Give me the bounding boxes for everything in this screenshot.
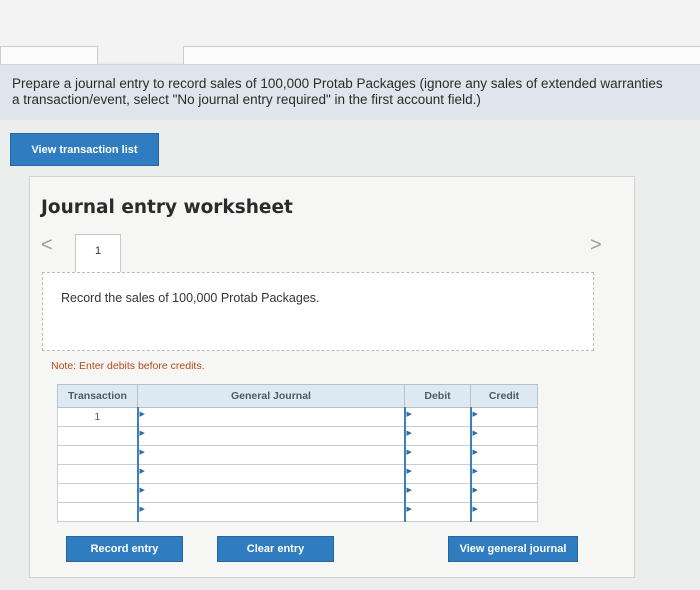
next-entry-arrow-icon[interactable]: >: [590, 234, 602, 257]
debit-input[interactable]: ▶: [403, 483, 471, 503]
credit-marker-icon: ▶: [472, 468, 478, 475]
table-row: 1 ▶ ▶ ▶: [57, 407, 538, 427]
header-credit: Credit: [470, 384, 538, 408]
credit-marker-icon: ▶: [472, 487, 478, 494]
transaction-cell: [57, 426, 138, 446]
entry-description: Record the sales of 100,000 Protab Packa…: [61, 291, 320, 305]
account-dropdown-icon: ▶: [139, 449, 145, 456]
credit-input[interactable]: ▶: [469, 502, 538, 522]
transaction-cell: [57, 483, 138, 503]
account-input[interactable]: ▶: [136, 426, 405, 446]
account-dropdown-icon: ▶: [139, 411, 145, 418]
journal-header-row: Transaction General Journal Debit Credit: [57, 384, 538, 408]
debit-input[interactable]: ▶: [403, 445, 471, 465]
debit-input[interactable]: ▶: [403, 502, 471, 522]
account-dropdown-icon: ▶: [139, 506, 145, 513]
record-entry-button[interactable]: Record entry: [66, 536, 183, 562]
instructions-line-2: a transaction/event, select "No journal …: [12, 92, 481, 107]
header-transaction: Transaction: [57, 384, 138, 408]
debit-marker-icon: ▶: [406, 430, 412, 437]
transaction-cell: [57, 464, 138, 484]
prev-question-tab[interactable]: [0, 46, 98, 64]
journal-table: Transaction General Journal Debit Credit…: [57, 384, 538, 522]
instructions-banner: Prepare a journal entry to record sales …: [0, 64, 700, 120]
account-dropdown-icon: ▶: [139, 468, 145, 475]
account-input[interactable]: ▶: [136, 483, 405, 503]
clear-entry-button[interactable]: Clear entry: [217, 536, 334, 562]
debit-input[interactable]: ▶: [403, 426, 471, 446]
account-input[interactable]: ▶: [136, 464, 405, 484]
entry-description-box: Record the sales of 100,000 Protab Packa…: [42, 272, 594, 351]
account-input[interactable]: ▶: [136, 407, 405, 427]
table-row: ▶ ▶ ▶: [57, 502, 538, 522]
account-input[interactable]: ▶: [136, 502, 405, 522]
debit-input[interactable]: ▶: [403, 407, 471, 427]
account-dropdown-icon: ▶: [139, 487, 145, 494]
debit-marker-icon: ▶: [406, 506, 412, 513]
account-dropdown-icon: ▶: [139, 430, 145, 437]
prev-entry-arrow-icon[interactable]: <: [41, 234, 53, 257]
credit-input[interactable]: ▶: [469, 426, 538, 446]
account-input[interactable]: ▶: [136, 445, 405, 465]
credit-input[interactable]: ▶: [469, 407, 538, 427]
credit-marker-icon: ▶: [472, 506, 478, 513]
credit-input[interactable]: ▶: [469, 445, 538, 465]
table-row: ▶ ▶ ▶: [57, 445, 538, 465]
credit-marker-icon: ▶: [472, 449, 478, 456]
transaction-cell: [57, 502, 138, 522]
view-general-journal-button[interactable]: View general journal: [448, 536, 578, 562]
instructions-line-1: Prepare a journal entry to record sales …: [12, 76, 663, 91]
entry-tab-1[interactable]: 1: [75, 234, 121, 272]
credit-marker-icon: ▶: [472, 411, 478, 418]
view-transaction-list-button[interactable]: View transaction list: [10, 133, 159, 166]
credit-input[interactable]: ▶: [469, 483, 538, 503]
transaction-cell: 1: [57, 407, 138, 427]
table-row: ▶ ▶ ▶: [57, 483, 538, 503]
transaction-cell: [57, 445, 138, 465]
credit-input[interactable]: ▶: [469, 464, 538, 484]
worksheet-title: Journal entry worksheet: [41, 197, 293, 218]
header-debit: Debit: [404, 384, 471, 408]
debit-input[interactable]: ▶: [403, 464, 471, 484]
next-question-tab[interactable]: [183, 46, 700, 64]
table-row: ▶ ▶ ▶: [57, 464, 538, 484]
header-general-journal: General Journal: [137, 384, 405, 408]
debit-marker-icon: ▶: [406, 449, 412, 456]
table-row: ▶ ▶ ▶: [57, 426, 538, 446]
journal-entry-worksheet-panel: Journal entry worksheet < > 1 Record the…: [29, 176, 635, 578]
debit-marker-icon: ▶: [406, 468, 412, 475]
entry-note: Note: Enter debits before credits.: [51, 360, 205, 372]
top-strip: [0, 0, 700, 64]
debit-marker-icon: ▶: [406, 487, 412, 494]
debit-marker-icon: ▶: [406, 411, 412, 418]
credit-marker-icon: ▶: [472, 430, 478, 437]
